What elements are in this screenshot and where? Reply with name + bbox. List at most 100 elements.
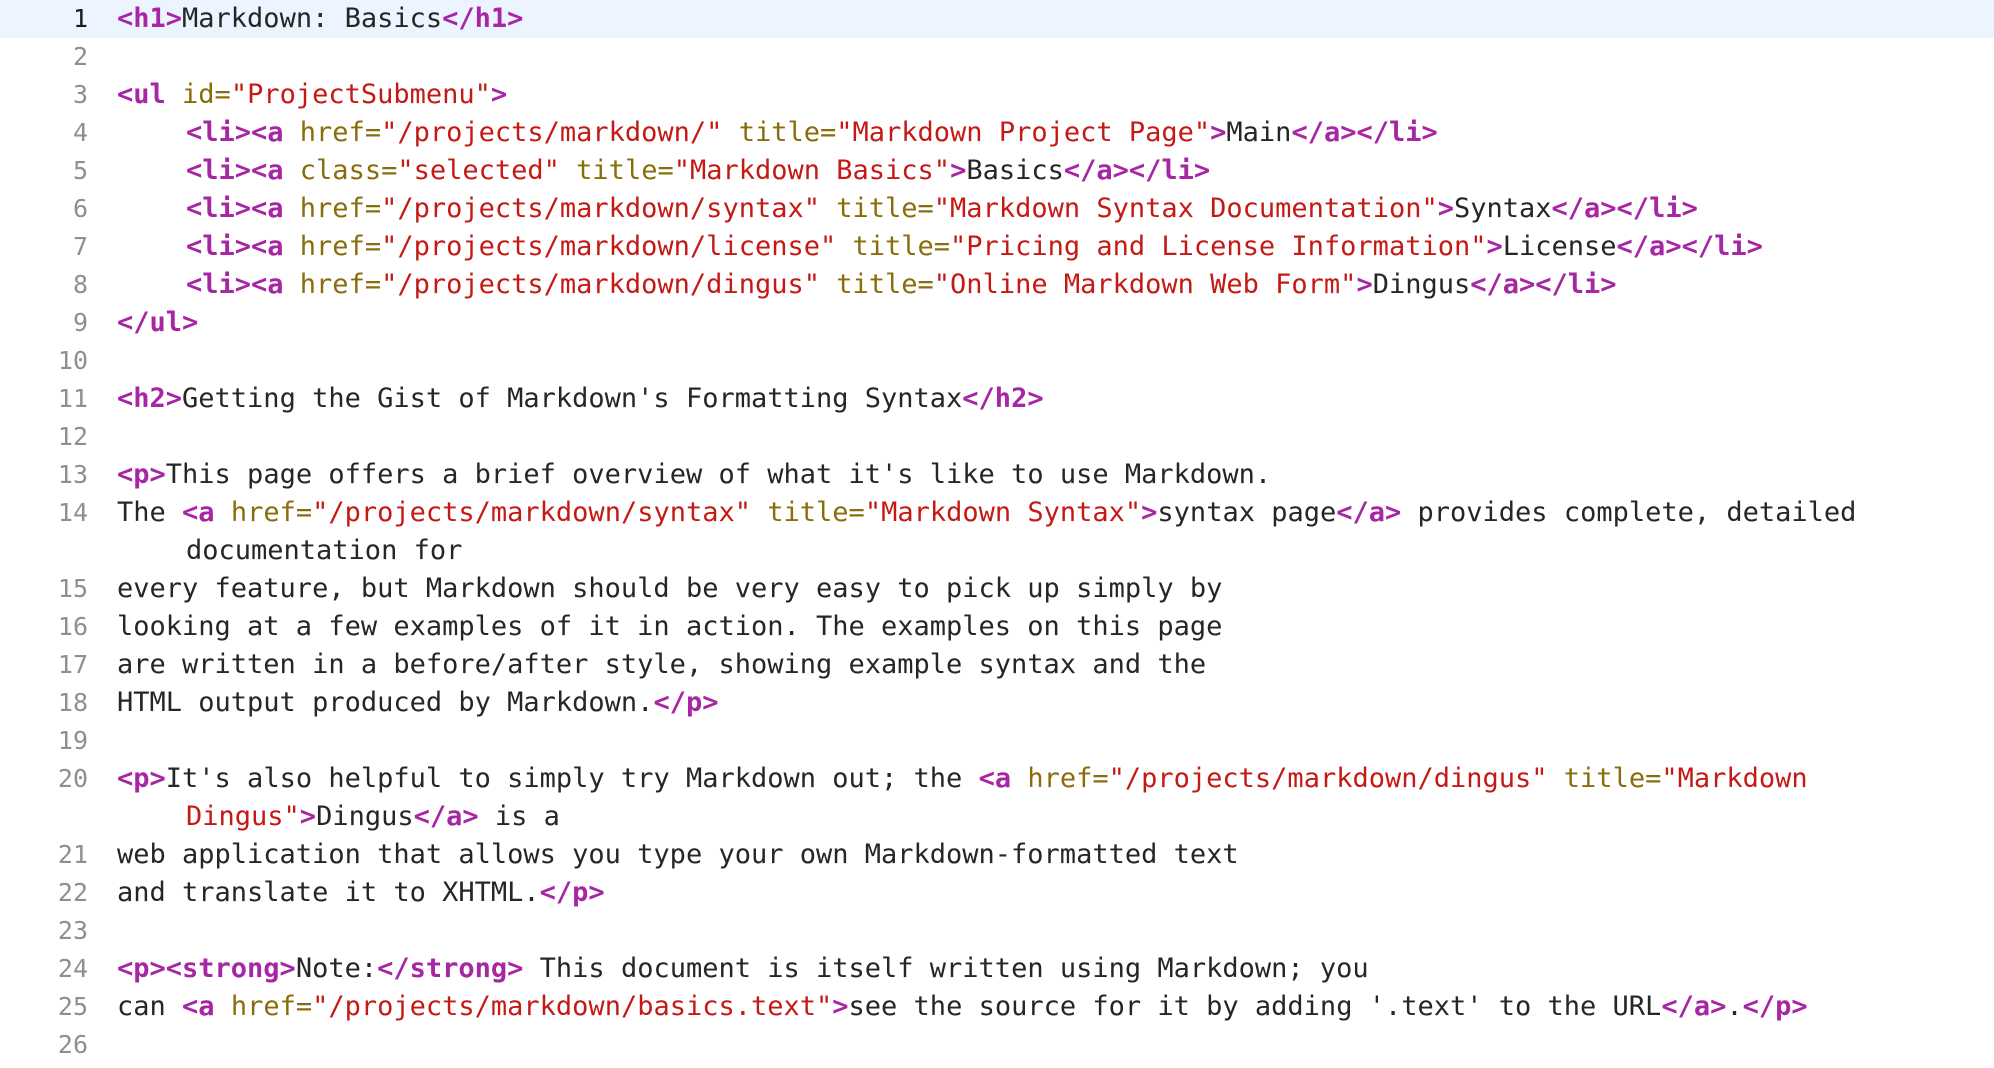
value-token: Dingus" <box>186 801 300 832</box>
code-line-14[interactable]: 14 The <a href="/projects/markdown/syntax… <box>0 494 1994 570</box>
line-number: 3 <box>72 80 88 109</box>
line-number: 13 <box>57 460 88 489</box>
tag-token: <h2> <box>117 383 183 414</box>
tag-token: </a></li> <box>1063 155 1211 186</box>
line-number: 15 <box>57 574 88 603</box>
attribute-token: id= <box>182 79 231 110</box>
line-content: every feature, but Markdown should be ve… <box>117 570 1977 608</box>
wrapped-continuation: documentation for <box>186 532 462 570</box>
tag-token: > <box>1437 193 1454 224</box>
line-number: 10 <box>57 346 88 375</box>
line-number: 17 <box>57 650 88 679</box>
code-line-12[interactable]: 12 <box>0 418 1994 456</box>
code-line-25[interactable]: 25 can <a href="/projects/markdown/basics… <box>0 988 1994 1026</box>
text-token: HTML output produced by Markdown. <box>117 687 654 718</box>
code-line-19[interactable]: 19 <box>0 722 1994 760</box>
tag-token: </h2> <box>962 383 1044 414</box>
attribute-token: href= <box>1027 763 1109 794</box>
attribute-token: title= <box>836 269 934 300</box>
line-number: 24 <box>57 954 88 983</box>
text-token: can <box>117 991 183 1022</box>
code-line-13[interactable]: 13 <p>This page offers a brief overview o… <box>0 456 1994 494</box>
text-token: Getting the Gist of Markdown's Formattin… <box>182 383 963 414</box>
code-line-20[interactable]: 20 <p>It's also helpful to simply try Mar… <box>0 760 1994 836</box>
code-line-18[interactable]: 18 HTML output produced by Markdown.</p> <box>0 684 1994 722</box>
tag-token: > <box>1210 117 1227 148</box>
value-token: "ProjectSubmenu" <box>230 79 491 110</box>
text-token: see the source for it by adding '.text' … <box>848 991 1662 1022</box>
line-content: and translate it to XHTML.</p> <box>117 874 1977 912</box>
text-token: This page offers a brief overview of wha… <box>165 459 1272 490</box>
line-content: </ul> <box>117 304 1977 342</box>
tag-token: <a <box>182 991 231 1022</box>
tag-token: </a> <box>413 801 479 832</box>
code-line-11[interactable]: 11 <h2>Getting the Gist of Markdown's For… <box>0 380 1994 418</box>
code-line-24[interactable]: 24 <p><strong>Note:</strong> This documen… <box>0 950 1994 988</box>
line-number: 20 <box>57 764 88 793</box>
text-token: . <box>1726 991 1743 1022</box>
code-line-7[interactable]: 7 <li><a href="/projects/markdown/license… <box>0 228 1994 266</box>
code-line-10[interactable]: 10 <box>0 342 1994 380</box>
tag-token: <p> <box>117 763 166 794</box>
line-content: <li><a class="selected" title="Markdown … <box>186 152 1976 190</box>
attribute-token: title= <box>576 155 674 186</box>
text-token: Dingus <box>316 801 414 832</box>
value-token: "/projects/markdown/dingus" <box>381 269 820 300</box>
code-line-9[interactable]: 9 </ul> <box>0 304 1994 342</box>
attribute-token: href= <box>299 117 382 148</box>
line-number: 26 <box>57 1030 88 1059</box>
code-line-3[interactable]: 3 <ul id="ProjectSubmenu"> <box>0 76 1994 114</box>
tag-token: </strong> <box>377 953 524 984</box>
tag-token: > <box>1356 269 1373 300</box>
text-token: Main <box>1226 117 1292 148</box>
code-line-17[interactable]: 17 are written in a before/after style, s… <box>0 646 1994 684</box>
line-content: <p>This page offers a brief overview of … <box>117 456 1977 494</box>
code-line-6[interactable]: 6 <li><a href="/projects/markdown/syntax"… <box>0 190 1994 228</box>
line-content: <li><a href="/projects/markdown/license"… <box>186 228 1976 266</box>
code-editor[interactable]: 1 <h1>Markdown: Basics</h1> 2 3 <ul id="Proj… <box>0 0 1994 1068</box>
tag-token: <li><a <box>186 155 300 186</box>
code-line-22[interactable]: 22 and translate it to XHTML.</p> <box>0 874 1994 912</box>
text-token: every feature, but Markdown should be ve… <box>117 573 1223 604</box>
code-line-5[interactable]: 5 <li><a class="selected" title="Markdown… <box>0 152 1994 190</box>
value-token: "Online Markdown Web Form" <box>933 269 1357 300</box>
line-content: web application that allows you type you… <box>117 836 1977 874</box>
attribute-token: href= <box>230 497 313 528</box>
text-token: Basics <box>966 155 1064 186</box>
tag-token: > <box>1141 497 1158 528</box>
code-line-1[interactable]: 1 <h1>Markdown: Basics</h1> <box>0 0 1994 38</box>
line-number: 19 <box>57 726 88 755</box>
tag-token: <a <box>182 497 231 528</box>
value-token: "Markdown Project Page" <box>836 117 1211 148</box>
line-number: 7 <box>72 232 88 261</box>
code-line-21[interactable]: 21 web application that allows you type y… <box>0 836 1994 874</box>
line-content: <p>It's also helpful to simply try Markd… <box>117 760 1977 798</box>
text-token: The <box>117 497 183 528</box>
code-line-8[interactable]: 8 <li><a href="/projects/markdown/dingus"… <box>0 266 1994 304</box>
value-token: "Markdown Syntax Documentation" <box>933 193 1438 224</box>
code-line-23[interactable]: 23 <box>0 912 1994 950</box>
attribute-token: href= <box>299 231 382 262</box>
line-number: 1 <box>72 4 88 33</box>
code-line-26[interactable]: 26 <box>0 1026 1994 1064</box>
code-line-4[interactable]: 4 <li><a href="/projects/markdown/" title… <box>0 114 1994 152</box>
tag-token: </ul> <box>117 307 199 338</box>
code-line-16[interactable]: 16 looking at a few examples of it in act… <box>0 608 1994 646</box>
attribute-token: href= <box>299 193 382 224</box>
attribute-token: class= <box>299 155 398 186</box>
tag-token: </a> <box>1336 497 1402 528</box>
line-content: HTML output produced by Markdown.</p> <box>117 684 1977 722</box>
value-token: "selected" <box>397 155 560 186</box>
value-token: "Markdown Basics" <box>673 155 951 186</box>
text-token: and translate it to XHTML. <box>117 877 540 908</box>
code-line-15[interactable]: 15 every feature, but Markdown should be … <box>0 570 1994 608</box>
value-token: "/projects/markdown/license" <box>381 231 837 262</box>
text-token: It's also helpful to simply try Markdown… <box>165 763 979 794</box>
code-line-2[interactable]: 2 <box>0 38 1994 76</box>
attribute-token: title= <box>836 193 934 224</box>
line-number: 16 <box>57 612 88 641</box>
tag-token: </p> <box>539 877 605 908</box>
